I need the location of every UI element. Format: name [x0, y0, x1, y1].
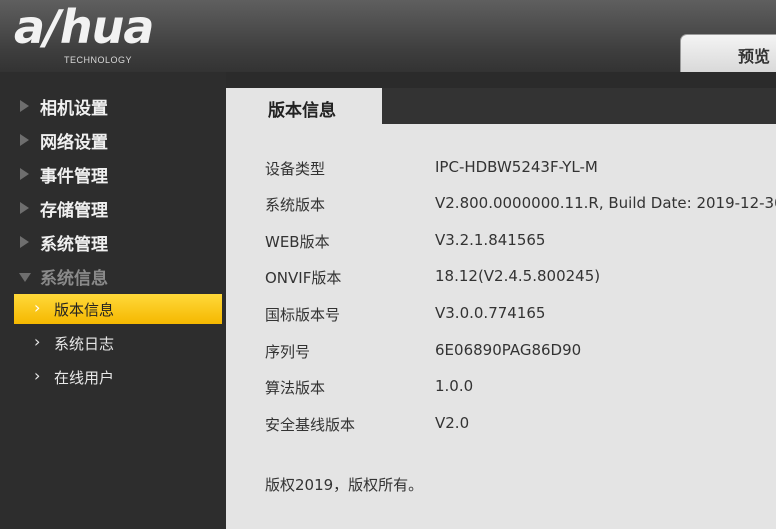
logo-subtext: TECHNOLOGY: [64, 55, 133, 65]
tab-preview[interactable]: 预览: [680, 34, 776, 72]
chevron-right-icon: ›: [34, 298, 41, 317]
sidebar-group-network-settings[interactable]: 网络设置: [0, 123, 226, 157]
info-value: IPC-HDBW5243F-YL-M: [435, 158, 598, 176]
sidebar-item-version-info[interactable]: › 版本信息: [14, 294, 222, 324]
collapsed-triangle-icon: [20, 134, 29, 146]
info-value: 1.0.0: [435, 377, 474, 395]
collapsed-triangle-icon: [20, 202, 29, 214]
sidebar-group-label: 事件管理: [40, 167, 108, 187]
info-row-web-version: WEB版本 V3.2.1.841565: [265, 231, 765, 255]
sidebar-group-event-management[interactable]: 事件管理: [0, 157, 226, 191]
sidebar-group-label: 系统管理: [40, 235, 108, 255]
sidebar: 相机设置 网络设置 事件管理 存储管理 系统管理 系统信息 › 版本信息 › 系…: [0, 72, 226, 529]
tab-version-info[interactable]: 版本信息: [226, 88, 382, 124]
sidebar-group-system-info[interactable]: 系统信息: [0, 259, 226, 293]
info-row-onvif-version: ONVIF版本 18.12(V2.4.5.800245): [265, 267, 765, 291]
info-key: ONVIF版本: [265, 269, 342, 287]
tab-preview-label: 预览: [738, 47, 771, 66]
sidebar-group-storage-management[interactable]: 存储管理: [0, 191, 226, 225]
tab-version-info-label: 版本信息: [268, 101, 336, 121]
header-bar: a/hua TECHNOLOGY 预览: [0, 0, 776, 72]
sidebar-group-camera-settings[interactable]: 相机设置: [0, 89, 226, 123]
chevron-right-icon: ›: [34, 366, 41, 385]
dahua-logo: a/hua TECHNOLOGY: [14, 0, 204, 68]
info-value: 18.12(V2.4.5.800245): [435, 267, 601, 285]
sidebar-group-label: 网络设置: [40, 133, 108, 153]
info-key: 系统版本: [265, 196, 326, 214]
sidebar-group-system-management[interactable]: 系统管理: [0, 225, 226, 259]
info-key: 序列号: [265, 343, 311, 361]
sidebar-item-online-users[interactable]: › 在线用户: [14, 362, 222, 392]
info-row-algorithm-version: 算法版本 1.0.0: [265, 377, 765, 401]
collapsed-triangle-icon: [20, 168, 29, 180]
info-key: 安全基线版本: [265, 416, 356, 434]
info-key: 国标版本号: [265, 306, 341, 324]
info-key: 设备类型: [265, 160, 326, 178]
copyright-text: 版权2019，版权所有。: [265, 476, 424, 494]
info-value: 6E06890PAG86D90: [435, 341, 582, 359]
info-row-security-baseline: 安全基线版本 V2.0: [265, 414, 765, 438]
sidebar-item-label: 系统日志: [54, 335, 115, 353]
info-row-serial-number: 序列号 6E06890PAG86D90: [265, 341, 765, 365]
info-row-device-type: 设备类型 IPC-HDBW5243F-YL-M: [265, 158, 765, 182]
expanded-triangle-icon: [19, 273, 31, 282]
collapsed-triangle-icon: [20, 100, 29, 112]
sidebar-item-label: 在线用户: [54, 369, 115, 387]
info-key: WEB版本: [265, 233, 330, 251]
info-key: 算法版本: [265, 379, 326, 397]
info-value: V3.2.1.841565: [435, 231, 546, 249]
chevron-right-icon: ›: [34, 332, 41, 351]
sidebar-group-label: 系统信息: [40, 269, 108, 289]
sidebar-item-label: 版本信息: [54, 301, 115, 319]
sidebar-group-label: 存储管理: [40, 201, 108, 221]
collapsed-triangle-icon: [20, 236, 29, 248]
info-value: V3.0.0.774165: [435, 304, 546, 322]
sidebar-item-system-log[interactable]: › 系统日志: [14, 328, 222, 358]
info-row-system-version: 系统版本 V2.800.0000000.11.R, Build Date: 20…: [265, 194, 776, 218]
info-value: V2.0: [435, 414, 470, 432]
info-value: V2.800.0000000.11.R, Build Date: 2019-12…: [435, 194, 776, 212]
sidebar-group-label: 相机设置: [40, 99, 108, 119]
info-row-gb-version: 国标版本号 V3.0.0.774165: [265, 304, 765, 328]
logo-text: a/hua: [14, 0, 154, 54]
